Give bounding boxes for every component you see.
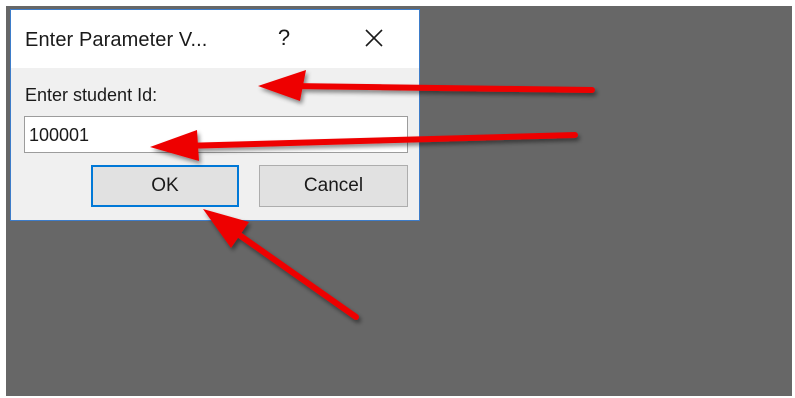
screenshot-canvas: Enter Parameter V... ? Enter student Id:…	[0, 0, 795, 398]
parameter-value-input[interactable]	[24, 116, 408, 153]
close-icon-glyph	[365, 29, 383, 47]
ok-button[interactable]: OK	[91, 165, 239, 207]
dialog-title: Enter Parameter V...	[25, 29, 208, 51]
dialog-titlebar[interactable]: Enter Parameter V... ?	[11, 10, 419, 68]
prompt-label: Enter student Id:	[25, 85, 158, 105]
enter-parameter-value-dialog: Enter Parameter V... ? Enter student Id:…	[10, 9, 420, 221]
close-icon[interactable]	[349, 18, 399, 58]
cancel-button[interactable]: Cancel	[259, 165, 408, 207]
help-icon[interactable]: ?	[261, 18, 307, 58]
